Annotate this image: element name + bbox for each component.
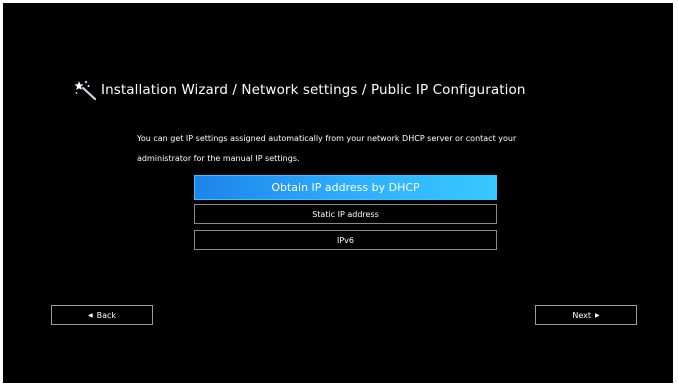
next-button[interactable]: Next ▶	[535, 305, 637, 325]
static-ip-option-button[interactable]: Static IP address	[194, 204, 497, 224]
back-button-label: Back	[96, 310, 117, 320]
page-title: Installation Wizard / Network settings /…	[101, 82, 526, 98]
wizard-screen: Installation Wizard / Network settings /…	[3, 3, 673, 383]
wizard-header: Installation Wizard / Network settings /…	[73, 79, 525, 101]
ipv6-option-button[interactable]: IPv6	[194, 230, 497, 250]
description-line-1: You can get IP settings assigned automat…	[137, 134, 517, 143]
description: You can get IP settings assigned automat…	[137, 129, 557, 169]
next-button-label: Next	[572, 310, 591, 320]
magic-wand-icon	[73, 79, 99, 101]
triangle-right-icon: ▶	[595, 311, 600, 319]
back-button[interactable]: ◀ Back	[51, 305, 153, 325]
description-line-2: administrator for the manual IP settings…	[137, 154, 300, 163]
triangle-left-icon: ◀	[87, 311, 93, 319]
dhcp-option-button[interactable]: Obtain IP address by DHCP	[194, 175, 497, 200]
